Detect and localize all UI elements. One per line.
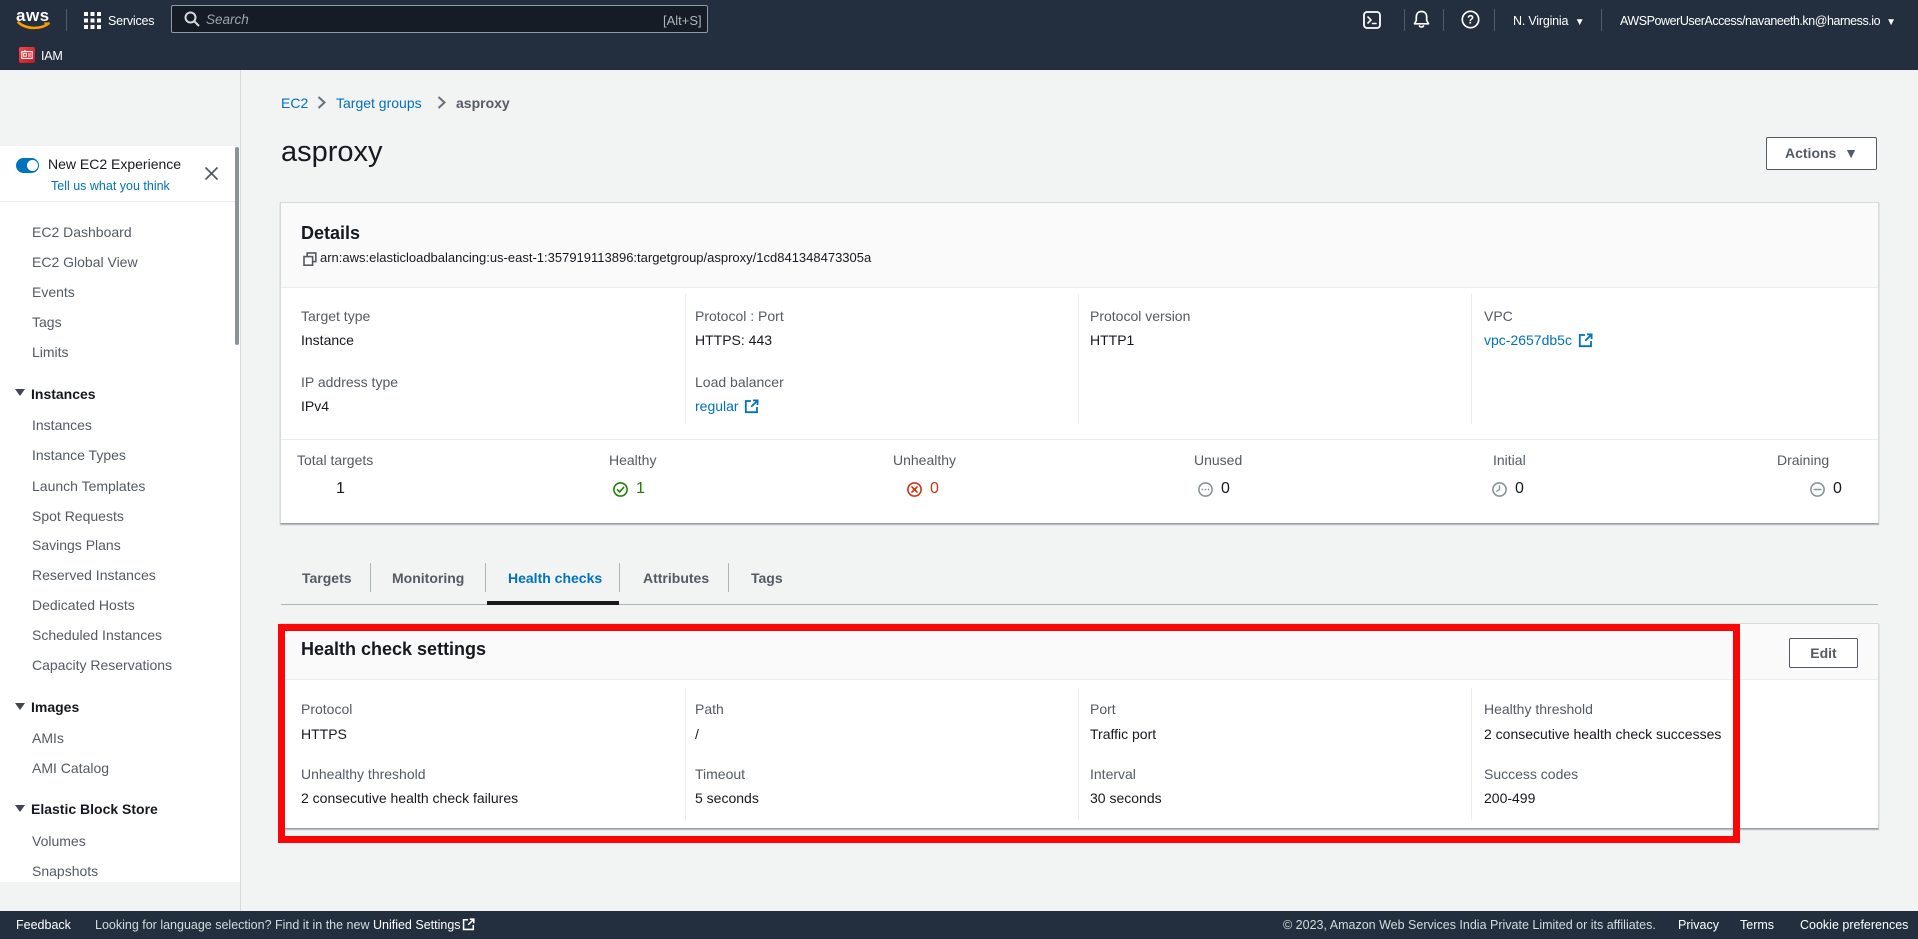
- svg-text:?: ?: [1467, 15, 1474, 27]
